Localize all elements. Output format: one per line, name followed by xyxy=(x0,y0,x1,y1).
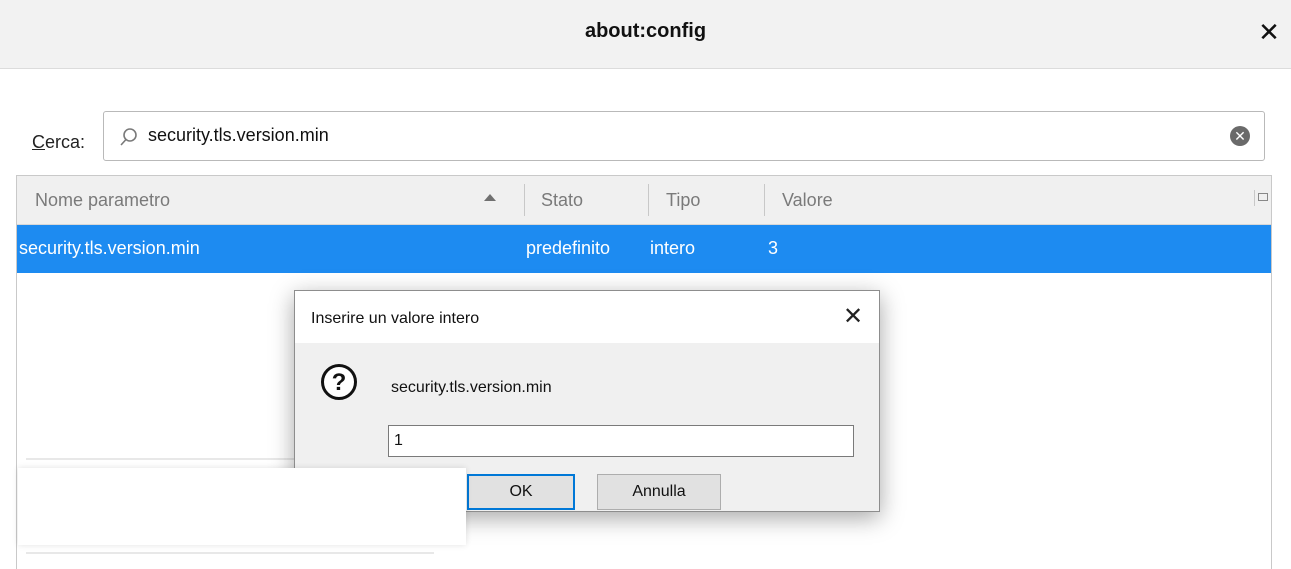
question-icon: ? xyxy=(321,364,357,400)
window-title: about:config xyxy=(584,20,707,42)
ok-button[interactable]: OK xyxy=(467,474,575,510)
column-separator[interactable] xyxy=(648,184,649,216)
dialog-message: security.tls.version.min xyxy=(391,379,552,396)
dialog-close-button[interactable]: ✕ xyxy=(839,301,867,333)
search-icon xyxy=(120,128,137,146)
table-header: Nome parametro Stato Tipo Valore xyxy=(17,176,1271,225)
row-value: 3 xyxy=(768,238,779,258)
column-picker-icon[interactable] xyxy=(1254,190,1269,206)
cancel-button[interactable]: Annulla xyxy=(597,474,721,510)
integer-value-input[interactable] xyxy=(388,425,854,457)
column-header-value[interactable]: Valore xyxy=(782,190,833,211)
sort-ascending-icon xyxy=(484,194,496,201)
faded-row-line xyxy=(26,552,434,554)
search-label-accesskey: C xyxy=(32,132,45,152)
search-label: Cerca: xyxy=(32,132,85,153)
window-titlebar: about:config ✕ xyxy=(0,0,1291,69)
clear-search-icon[interactable]: ✕ xyxy=(1230,126,1250,146)
search-input[interactable]: security.tls.version.min ✕ xyxy=(103,111,1265,161)
window-close-button[interactable]: ✕ xyxy=(1255,14,1283,50)
column-header-status[interactable]: Stato xyxy=(541,190,583,211)
dialog-titlebar: Inserire un valore intero ✕ xyxy=(295,291,879,343)
search-label-text: erca: xyxy=(45,132,86,152)
table-row[interactable]: security.tls.version.min predefinito int… xyxy=(17,225,1271,273)
search-input-value: security.tls.version.min xyxy=(148,125,329,145)
row-type: intero xyxy=(650,238,696,258)
row-name: security.tls.version.min xyxy=(19,238,200,258)
column-header-name[interactable]: Nome parametro xyxy=(35,190,170,211)
column-separator[interactable] xyxy=(524,184,525,216)
dialog-title: Inserire un valore intero xyxy=(311,310,480,327)
column-separator[interactable] xyxy=(764,184,765,216)
occluding-overlay xyxy=(18,468,466,545)
row-status: predefinito xyxy=(526,238,611,258)
column-header-type[interactable]: Tipo xyxy=(666,190,700,211)
